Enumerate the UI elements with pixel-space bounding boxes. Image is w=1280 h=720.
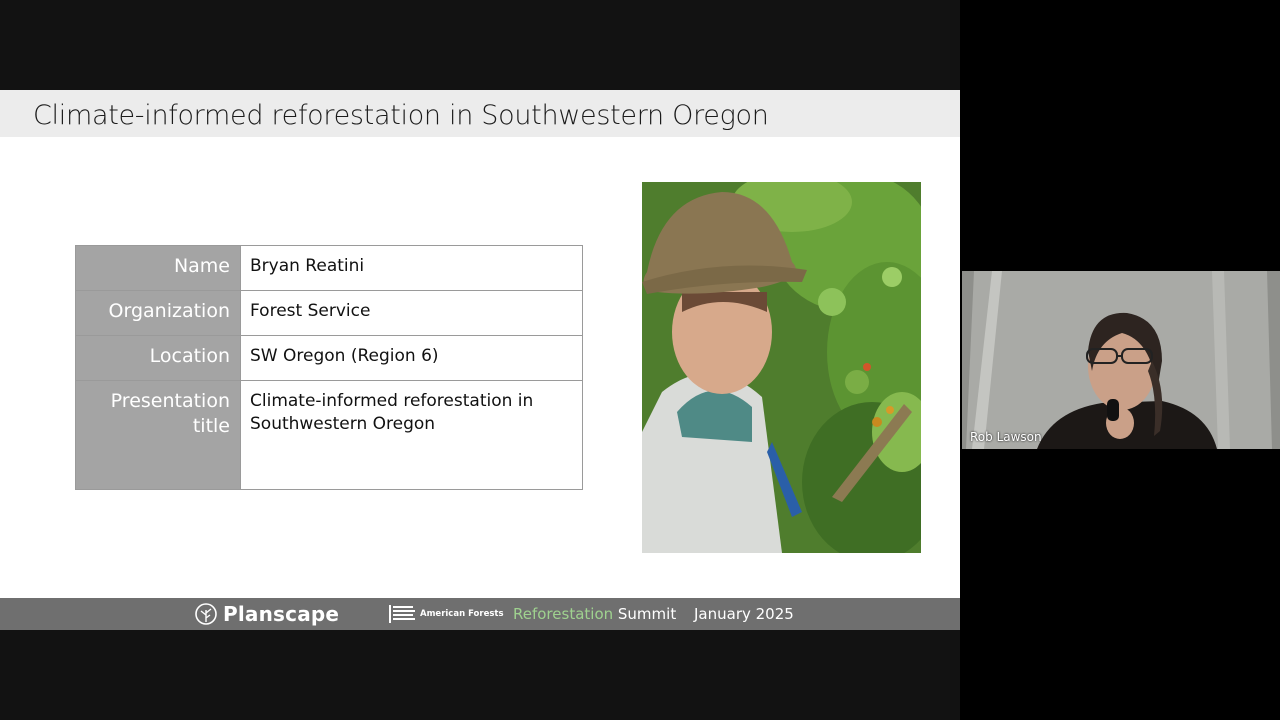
speaker-photo (642, 182, 921, 553)
row-label: Name (76, 246, 240, 290)
row-value: Climate-informed reforestation in Southw… (240, 381, 582, 489)
row-label: Organization (76, 291, 240, 335)
table-row: Name Bryan Reatini (76, 246, 582, 291)
slide-footer: Planscape American Forests Reforestation… (0, 598, 960, 630)
table-row: Presentation title Climate-informed refo… (76, 381, 582, 489)
slide-title: Climate-informed reforestation in Southw… (33, 100, 769, 131)
meeting-stage: Climate-informed reforestation in Southw… (0, 0, 960, 720)
row-label: Presentation title (76, 381, 240, 489)
table-row: Organization Forest Service (76, 291, 582, 336)
planscape-logo-icon (195, 603, 217, 625)
speaker-photo-illustration (642, 182, 921, 553)
summit-rest-word: Summit (613, 605, 677, 623)
american-forests-logo-text: American Forests (420, 608, 504, 619)
speaker-info-table: Name Bryan Reatini Organization Forest S… (75, 245, 583, 490)
summit-label: Reforestation Summit (513, 605, 676, 623)
planscape-logo-text: Planscape (223, 602, 340, 626)
row-label: Location (76, 336, 240, 380)
american-forests-logo: American Forests (388, 603, 504, 625)
participant-video-feed (962, 271, 1280, 449)
slide-title-bar: Climate-informed reforestation in Southw… (0, 90, 960, 137)
row-value: SW Oregon (Region 6) (240, 336, 582, 380)
table-row: Location SW Oregon (Region 6) (76, 336, 582, 381)
shared-slide: Climate-informed reforestation in Southw… (0, 90, 960, 630)
row-value: Forest Service (240, 291, 582, 335)
summit-date: January 2025 (694, 605, 794, 623)
participant-name: Rob Lawson (970, 430, 1042, 444)
american-forests-logo-icon (389, 605, 415, 623)
row-value: Bryan Reatini (240, 246, 582, 290)
participant-video-tile[interactable]: Rob Lawson (962, 271, 1280, 449)
summit-accent-word: Reforestation (513, 605, 614, 623)
planscape-logo: Planscape (194, 602, 339, 626)
